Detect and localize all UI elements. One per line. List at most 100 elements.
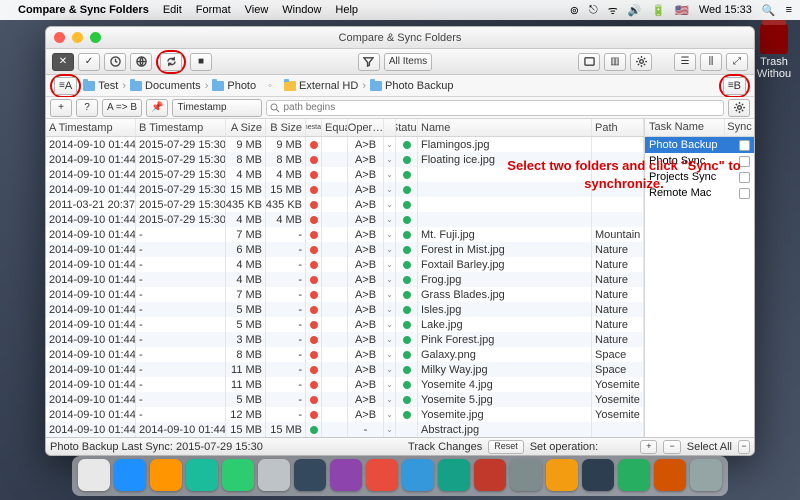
chevron-down-icon[interactable]: ⌄ (386, 170, 393, 179)
menubar-window[interactable]: Window (282, 4, 321, 16)
table-row[interactable]: 2011-03-21 20:37:592015-07-29 15:30:3743… (46, 197, 644, 212)
task-checkbox[interactable] (739, 172, 750, 183)
table-row[interactable]: 2014-09-10 01:44:422015-07-29 15:30:3715… (46, 182, 644, 197)
info-button[interactable]: ? (76, 99, 98, 117)
table-header[interactable]: A Timestamp B Timestamp A Size B Size Ti… (46, 119, 644, 137)
add-task-button[interactable]: + (640, 440, 657, 454)
chevron-down-icon[interactable]: ⌄ (386, 260, 393, 269)
globe-button[interactable] (130, 53, 152, 71)
chevron-down-icon[interactable]: ⌄ (386, 200, 393, 209)
chevron-down-icon[interactable]: ⌄ (386, 230, 393, 239)
zoom-button[interactable] (90, 32, 101, 43)
task-checkbox[interactable] (739, 140, 750, 151)
sidebar-col-task[interactable]: Task Name (645, 119, 724, 136)
task-item[interactable]: Projects Sync (645, 169, 754, 185)
chevron-down-icon[interactable]: ⌄ (386, 365, 393, 374)
sidebar-header[interactable]: Task Name Sync (645, 119, 754, 137)
task-item[interactable]: Remote Mac (645, 185, 754, 201)
chevron-down-icon[interactable]: ⌄ (386, 185, 393, 194)
chevron-down-icon[interactable]: ⌄ (386, 395, 393, 404)
columns-button[interactable]: ▥ (604, 53, 626, 71)
menubar-edit[interactable]: Edit (163, 4, 182, 16)
chevron-down-icon[interactable]: ⌄ (386, 305, 393, 314)
chevron-down-icon[interactable]: ⌄ (386, 320, 393, 329)
col-a-timestamp[interactable]: A Timestamp (46, 119, 136, 136)
dock-app[interactable] (690, 459, 722, 491)
dock-app[interactable] (510, 459, 542, 491)
all-items-dropdown[interactable]: All Items (384, 53, 432, 71)
chevron-down-icon[interactable]: ⌄ (386, 350, 393, 359)
dock-app[interactable] (366, 459, 398, 491)
table-row[interactable]: 2014-09-10 01:44:43-5 MB-A>B⌄Lake.jpgNat… (46, 317, 644, 332)
stop-button[interactable]: ■ (190, 53, 212, 71)
dock-app[interactable] (186, 459, 218, 491)
path-b-seg-1[interactable]: Photo Backup (370, 80, 454, 92)
pin-button[interactable]: 📌 (146, 99, 168, 117)
chevron-down-icon[interactable]: ⌄ (386, 140, 393, 149)
dock-app[interactable] (474, 459, 506, 491)
window-titlebar[interactable]: Compare & Sync Folders (46, 27, 754, 49)
table-row[interactable]: 2014-09-10 01:44:43-11 MB-A>B⌄Yosemite 4… (46, 377, 644, 392)
col-path[interactable]: Path (592, 119, 644, 136)
chevron-down-icon[interactable]: ⌄ (386, 245, 393, 254)
filter-button[interactable] (358, 53, 380, 71)
col-dropdown[interactable] (384, 119, 396, 136)
minimize-button[interactable] (72, 32, 83, 43)
dock-app[interactable] (78, 459, 110, 491)
col-name[interactable]: Name (418, 119, 592, 136)
table-row[interactable]: 2014-09-10 01:44:422015-07-29 15:30:378 … (46, 152, 644, 167)
chevron-down-icon[interactable]: ⌄ (386, 290, 393, 299)
clock-button[interactable] (104, 53, 126, 71)
search-input[interactable] (266, 100, 724, 116)
chevron-down-icon[interactable]: ⌄ (386, 410, 393, 419)
a-list-button[interactable]: ≡ A (54, 77, 77, 95)
dock-app[interactable] (150, 459, 182, 491)
table-row[interactable]: 2014-09-10 01:44:43-5 MB-A>B⌄Yosemite 5.… (46, 392, 644, 407)
table-row[interactable]: 2014-09-10 01:44:422015-07-29 15:30:374 … (46, 167, 644, 182)
table-row[interactable]: 2014-09-10 01:44:41-7 MB-A>B⌄Grass Blade… (46, 287, 644, 302)
col-a-size[interactable]: A Size (226, 119, 266, 136)
dock-app[interactable] (582, 459, 614, 491)
chevron-down-icon[interactable]: ⌄ (386, 215, 393, 224)
sort-dropdown[interactable]: Timestamp (172, 99, 262, 117)
table-row[interactable]: 2014-09-10 01:44:42-7 MB-A>B⌄Mt. Fuji.jp… (46, 227, 644, 242)
volume-icon[interactable]: 🔊 (628, 4, 642, 17)
dock-app[interactable] (294, 459, 326, 491)
battery-icon[interactable]: 🔋 (651, 4, 665, 17)
dock-app[interactable] (402, 459, 434, 491)
dock-app[interactable] (438, 459, 470, 491)
task-checkbox[interactable] (739, 156, 750, 167)
col-equal[interactable]: Equal (322, 119, 348, 136)
col-status[interactable]: Status (396, 119, 418, 136)
menubar-view[interactable]: View (245, 4, 269, 16)
path-a-seg-3[interactable]: Photo (212, 80, 256, 92)
menubar-help[interactable]: Help (335, 4, 358, 16)
path-b-root[interactable]: External HD (284, 80, 358, 92)
direction-dropdown[interactable]: A => B (102, 99, 142, 117)
view-columns-button[interactable]: ⫼ (700, 53, 722, 71)
chevron-down-icon[interactable]: ⌄ (386, 275, 393, 284)
chevron-down-icon[interactable]: ⌄ (386, 155, 393, 164)
col-b-timestamp[interactable]: B Timestamp (136, 119, 226, 136)
desktop-trash[interactable]: Trash Withou (754, 24, 794, 80)
table-row[interactable]: 2014-09-10 01:44:412014-09-10 01:44:4115… (46, 422, 644, 437)
path-a-seg-2[interactable]: Documents (130, 80, 201, 92)
table-row[interactable]: 2014-09-10 01:44:42-8 MB-A>B⌄Galaxy.pngS… (46, 347, 644, 362)
input-icon[interactable]: 🇺🇸 (675, 4, 689, 17)
table-row[interactable]: 2014-09-10 01:44:42-11 MB-A>B⌄Milky Way.… (46, 362, 644, 377)
status-icon[interactable]: ⎋ (589, 4, 598, 17)
path-a-seg-1[interactable]: Test (83, 80, 118, 92)
gear-button[interactable] (728, 99, 750, 117)
col-operation[interactable]: Oper… (348, 119, 384, 136)
notification-icon[interactable]: ≡ (786, 4, 792, 16)
dock-app[interactable] (258, 459, 290, 491)
dock-app[interactable] (114, 459, 146, 491)
chevron-down-icon[interactable]: ⌄ (386, 425, 393, 434)
dock-app[interactable] (330, 459, 362, 491)
wifi-icon[interactable]: ᯤ (608, 3, 618, 18)
reset-button[interactable]: Reset (488, 440, 524, 454)
view-list-button[interactable]: ☰ (674, 53, 696, 71)
table-row[interactable]: 2014-09-10 01:44:43-3 MB-A>B⌄Pink Forest… (46, 332, 644, 347)
chevron-down-icon[interactable]: ⌄ (386, 380, 393, 389)
table-row[interactable]: 2014-09-10 01:44:422015-07-29 15:30:374 … (46, 212, 644, 227)
